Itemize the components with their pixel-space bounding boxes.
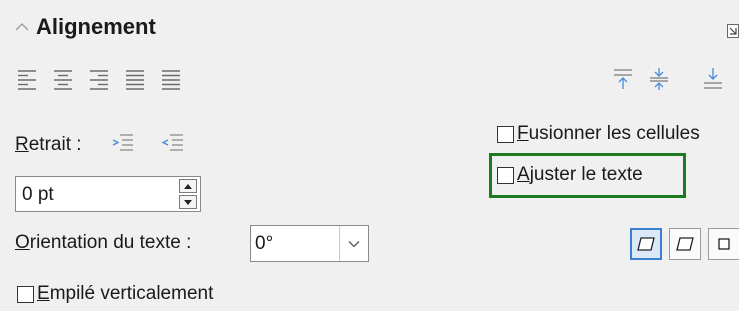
panel-title: Alignement <box>36 14 156 39</box>
align-center-icon[interactable] <box>50 66 76 92</box>
spin-down-button[interactable] <box>179 195 197 209</box>
stacked-checkbox-label: Empilé verticalement <box>37 283 214 304</box>
align-top-icon[interactable] <box>610 66 636 92</box>
indent-label: Retrait : <box>15 134 82 155</box>
align-bottom-icon[interactable] <box>700 66 726 92</box>
panel-header: Alignement <box>14 14 156 40</box>
wrap-checkbox-box[interactable] <box>497 166 514 184</box>
merge-checkbox-label: Fusionner les cellules <box>517 123 700 144</box>
stacked-vertically-checkbox[interactable]: Empilé verticalement <box>17 283 213 305</box>
chevron-down-icon[interactable] <box>339 226 368 261</box>
spin-up-button[interactable] <box>179 179 197 193</box>
collapse-chevron-icon[interactable] <box>14 19 30 35</box>
text-orientation-standard-button[interactable] <box>630 228 662 260</box>
wrap-text-checkbox[interactable]: Ajuster le texte <box>497 164 643 186</box>
orientation-value: 0° <box>255 233 274 254</box>
decrease-indent-icon[interactable] <box>160 130 186 156</box>
indent-spinbox[interactable]: 0 pt <box>15 176 201 212</box>
align-middle-icon[interactable] <box>646 66 672 92</box>
wrap-checkbox-label: Ajuster le texte <box>517 164 643 185</box>
more-options-icon[interactable] <box>727 24 739 38</box>
orientation-label: Orientation du texte : <box>15 232 192 253</box>
merge-cells-checkbox[interactable]: Fusionner les cellules <box>497 123 700 145</box>
align-left-icon[interactable] <box>14 66 40 92</box>
merge-checkbox-box[interactable] <box>497 125 514 143</box>
align-justify-icon[interactable] <box>122 66 148 92</box>
text-orientation-slant-button[interactable] <box>669 228 701 260</box>
indent-value[interactable]: 0 pt <box>22 184 54 206</box>
increase-indent-icon[interactable] <box>110 130 136 156</box>
orientation-select[interactable]: 0° <box>250 225 369 262</box>
alignment-panel: Alignement Retrait : 0 pt Orientation du… <box>0 0 739 311</box>
align-right-icon[interactable] <box>86 66 112 92</box>
stacked-checkbox-box[interactable] <box>17 285 34 303</box>
text-orientation-box-button[interactable] <box>708 228 739 260</box>
align-distributed-icon[interactable] <box>158 66 184 92</box>
